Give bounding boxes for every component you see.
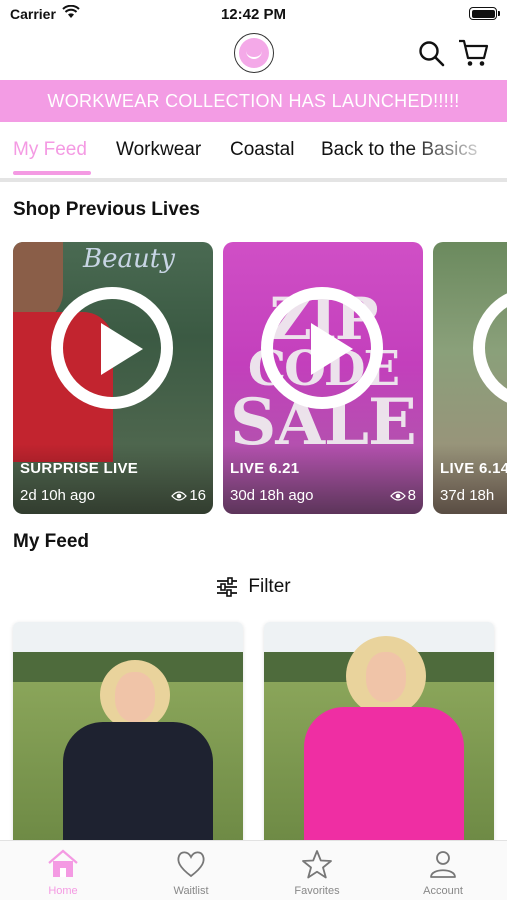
tabbar-waitlist[interactable]: Waitlist: [146, 849, 236, 897]
clock: 12:42 PM: [220, 6, 287, 23]
product-card[interactable]: [264, 622, 494, 842]
tab-my-feed[interactable]: My Feed: [13, 139, 87, 161]
tabbar-label: Account: [423, 885, 463, 897]
live-card[interactable]: LIVE 6.14 37d 18h: [433, 242, 507, 514]
person-icon: [430, 851, 456, 878]
active-tab-indicator: [13, 171, 91, 175]
product-image: [304, 707, 464, 842]
view-count-value: 8: [407, 487, 416, 504]
view-count-value: 16: [189, 487, 206, 504]
top-nav: [0, 30, 507, 80]
filter-label: Filter: [248, 576, 291, 597]
tab-coastal[interactable]: Coastal: [230, 139, 294, 161]
view-count: 8: [389, 487, 416, 504]
section-title-previous-lives: Shop Previous Lives: [13, 199, 200, 220]
live-card[interactable]: Beauty SURPRISE LIVE 2d 10h ago 16: [13, 242, 213, 514]
cart-icon[interactable]: [457, 38, 489, 73]
battery-icon: [469, 7, 500, 20]
tab-back-to-the-basics[interactable]: Back to the Basics: [321, 139, 477, 161]
product-image: [63, 722, 213, 842]
tabbar-label: Favorites: [294, 885, 340, 897]
tabbar-label: Waitlist: [173, 885, 209, 897]
neon-sign: Beauty: [83, 244, 175, 274]
live-title: SURPRISE LIVE: [20, 460, 139, 477]
tabbar-favorites[interactable]: Favorites: [272, 849, 362, 897]
product-card[interactable]: [13, 622, 243, 842]
promo-banner[interactable]: WORKWEAR COLLECTION HAS LAUNCHED!!!!!: [0, 80, 507, 122]
live-title: LIVE 6.14: [440, 460, 507, 477]
filter-button[interactable]: Filter: [0, 576, 507, 603]
tabbar-account[interactable]: Account: [398, 849, 488, 897]
home-icon: [48, 849, 78, 877]
live-time-ago: 30d 18h ago: [230, 487, 314, 504]
eye-icon: [171, 490, 188, 501]
bottom-tab-bar: Home Waitlist Favorites Account: [0, 840, 507, 900]
view-count: 16: [171, 487, 206, 504]
divider: [0, 178, 507, 182]
sliders-icon: [217, 577, 238, 597]
brand-logo[interactable]: [234, 33, 274, 73]
tab-workwear[interactable]: Workwear: [116, 139, 201, 161]
play-icon[interactable]: [473, 287, 507, 409]
tabbar-label: Home: [48, 885, 78, 897]
section-title-my-feed: My Feed: [13, 531, 90, 552]
heart-icon: [177, 851, 205, 878]
live-time-ago: 37d 18h: [440, 487, 495, 504]
status-bar: Carrier 12:42 PM: [0, 0, 507, 30]
play-icon[interactable]: [261, 287, 383, 409]
star-icon: [302, 850, 332, 879]
category-tabs: My Feed Workwear Coastal Back to the Bas…: [0, 122, 507, 180]
search-icon[interactable]: [418, 40, 446, 73]
live-title: LIVE 6.21: [230, 460, 300, 477]
play-icon[interactable]: [51, 287, 173, 409]
eye-icon: [389, 490, 406, 501]
live-time-ago: 2d 10h ago: [20, 487, 96, 504]
live-card[interactable]: ZIP CODE SALE LIVE 6.21 30d 18h ago 8: [223, 242, 423, 514]
tabbar-home[interactable]: Home: [18, 849, 108, 897]
